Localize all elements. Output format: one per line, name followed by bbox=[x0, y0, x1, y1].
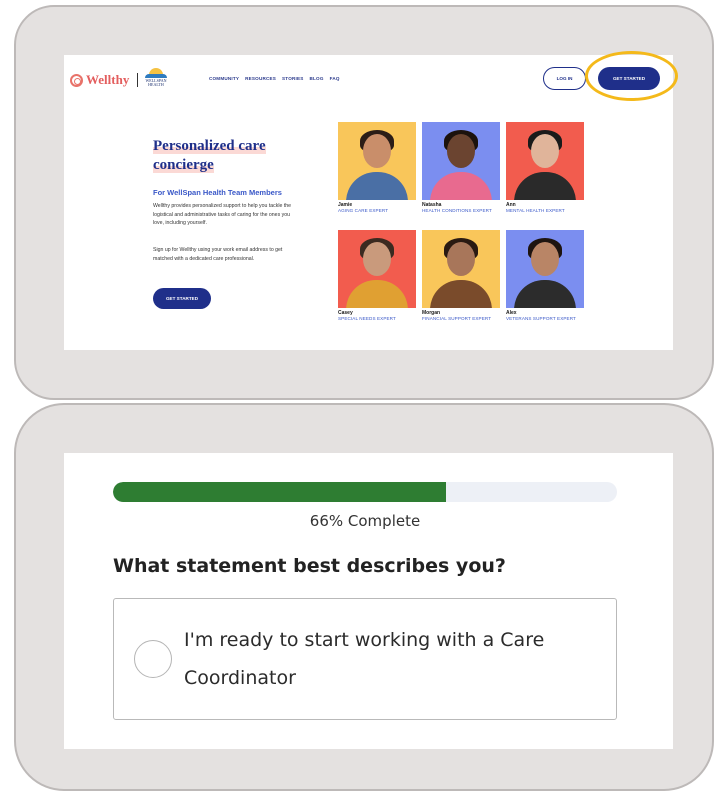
wellthy-landing-page: Wellthy WELLSPAN HEALTH COMMUNITY RESOURC… bbox=[64, 55, 673, 350]
expert-card-natasha: Natasha HEALTH CONDITIONS EXPERT bbox=[422, 122, 500, 214]
partner-sub: HEALTH bbox=[148, 82, 164, 87]
expert-photo bbox=[506, 230, 584, 308]
expert-card-alex: Alex VETERANS SUPPORT EXPERT bbox=[506, 230, 584, 322]
nav-link-blog[interactable]: BLOG bbox=[310, 76, 324, 81]
progress-bar bbox=[113, 482, 617, 502]
question-heading: What statement best describes you? bbox=[113, 555, 506, 577]
nav-link-resources[interactable]: RESOURCES bbox=[245, 76, 276, 81]
expert-role: AGING CARE EXPERT bbox=[338, 208, 389, 213]
hero-paragraph-1: Wellthy provides personalized support to… bbox=[153, 203, 292, 227]
logo-divider bbox=[137, 73, 139, 87]
progress-label: 66% Complete bbox=[309, 512, 421, 530]
expert-card-ann: Ann MENTAL HEALTH EXPERT bbox=[506, 122, 584, 214]
expert-photo bbox=[506, 122, 584, 200]
top-navigation: Wellthy WELLSPAN HEALTH COMMUNITY RESOURC… bbox=[64, 55, 673, 103]
expert-card-casey: Casey SPECIAL NEEDS EXPERT bbox=[338, 230, 416, 322]
expert-role: MENTAL HEALTH EXPERT bbox=[506, 208, 565, 213]
brand-name: Wellthy bbox=[86, 72, 130, 87]
hero-get-started-button[interactable]: GET STARTED bbox=[153, 288, 211, 309]
expert-card-morgan: Morgan FINANCIAL SUPPORT EXPERT bbox=[422, 230, 500, 322]
expert-role: FINANCIAL SUPPORT EXPERT bbox=[422, 316, 492, 321]
expert-photo bbox=[422, 122, 500, 200]
expert-role: SPECIAL NEEDS EXPERT bbox=[338, 316, 396, 321]
answer-option-label: I'm ready to start working with a Care C… bbox=[184, 629, 545, 689]
expert-card-jamie: Jamie AGING CARE EXPERT bbox=[338, 122, 416, 214]
progress-bar-fill bbox=[113, 482, 446, 502]
hero-title: Personalized care concierge bbox=[153, 138, 266, 173]
expert-photo bbox=[422, 230, 500, 308]
nav-link-stories[interactable]: STORIES bbox=[282, 76, 303, 81]
hero-subtitle: For WellSpan Health Team Members bbox=[153, 188, 282, 197]
answer-option[interactable]: I'm ready to start working with a Care C… bbox=[113, 598, 617, 720]
nav-link-community[interactable]: COMMUNITY bbox=[209, 76, 239, 81]
nav-link-faq[interactable]: FAQ bbox=[330, 76, 340, 81]
nav-links: COMMUNITY RESOURCES STORIES BLOG FAQ bbox=[209, 76, 340, 81]
expert-photo bbox=[338, 230, 416, 308]
hero-paragraph-2: Sign up for Wellthy using your work emai… bbox=[153, 247, 283, 262]
wellthy-logo-icon bbox=[70, 73, 83, 87]
wellthy-logo[interactable]: Wellthy bbox=[70, 72, 139, 88]
log-in-button[interactable]: LOG IN bbox=[543, 67, 586, 90]
get-started-highlight-circle bbox=[585, 51, 678, 101]
expert-role: VETERANS SUPPORT EXPERT bbox=[506, 316, 576, 321]
expert-photo bbox=[338, 122, 416, 200]
radio-button[interactable] bbox=[134, 640, 172, 678]
wellspan-logo: WELLSPAN HEALTH bbox=[142, 66, 170, 90]
expert-role: HEALTH CONDITIONS EXPERT bbox=[422, 208, 492, 213]
